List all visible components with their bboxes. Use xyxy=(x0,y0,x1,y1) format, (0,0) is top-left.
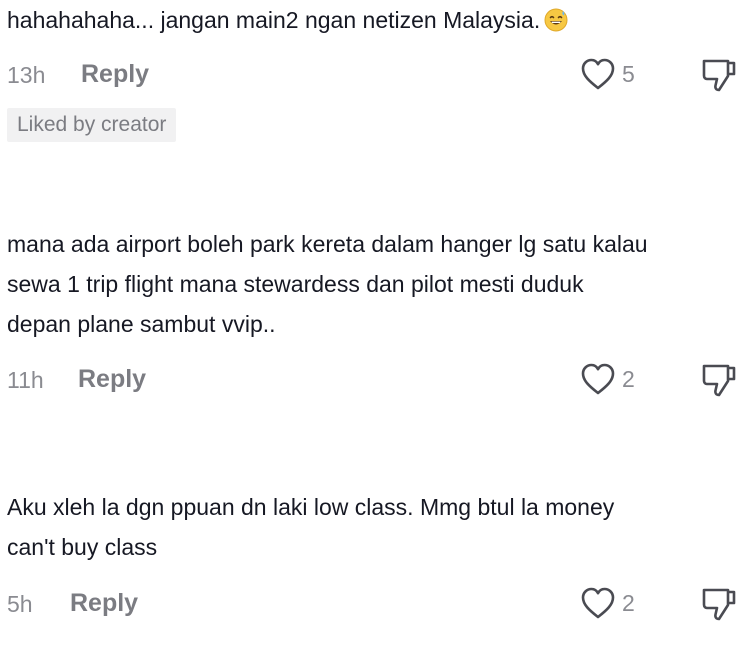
reply-button[interactable]: Reply xyxy=(81,60,149,89)
comment-text: Aku xleh la dgn ppuan dn laki low class.… xyxy=(7,487,742,567)
comment-text: mana ada airport boleh park kereta dalam… xyxy=(7,224,742,344)
like-count: 2 xyxy=(622,589,635,616)
reply-button[interactable]: Reply xyxy=(78,365,146,394)
like-count: 2 xyxy=(622,365,635,392)
heart-outline-icon xyxy=(581,587,615,619)
comment-line: can't buy class xyxy=(7,534,158,560)
comment-timestamp: 5h xyxy=(7,591,33,617)
like-count: 5 xyxy=(622,60,635,87)
heart-outline-icon xyxy=(581,58,615,90)
comment-text: hahahahaha... jangan main2 ngan netizen … xyxy=(7,0,742,40)
dislike-button[interactable] xyxy=(700,57,738,93)
comment-line: Aku xleh la dgn ppuan dn laki low class.… xyxy=(7,494,615,520)
comment-line: depan plane sambut vvip.. xyxy=(7,311,276,337)
grinning-sweat-emoji xyxy=(544,8,568,32)
comment-line: sewa 1 trip flight mana stewardess dan p… xyxy=(7,271,584,297)
like-button[interactable]: 2 xyxy=(580,362,635,396)
dislike-button[interactable] xyxy=(700,586,738,622)
reply-button[interactable]: Reply xyxy=(70,589,138,618)
thumbs-down-outline-icon xyxy=(702,364,736,397)
comment-timestamp: 11h xyxy=(7,367,44,393)
dislike-button[interactable] xyxy=(700,362,738,398)
comment-line: mana ada airport boleh park kereta dalam… xyxy=(7,231,648,257)
like-button[interactable]: 2 xyxy=(580,586,635,620)
liked-by-creator-badge: Liked by creator xyxy=(7,108,177,142)
heart-outline-icon xyxy=(581,363,615,395)
comment-timestamp: 13h xyxy=(7,62,46,88)
thumbs-down-outline-icon xyxy=(702,59,736,92)
thumbs-down-outline-icon xyxy=(702,588,736,621)
like-button[interactable]: 5 xyxy=(580,57,635,91)
